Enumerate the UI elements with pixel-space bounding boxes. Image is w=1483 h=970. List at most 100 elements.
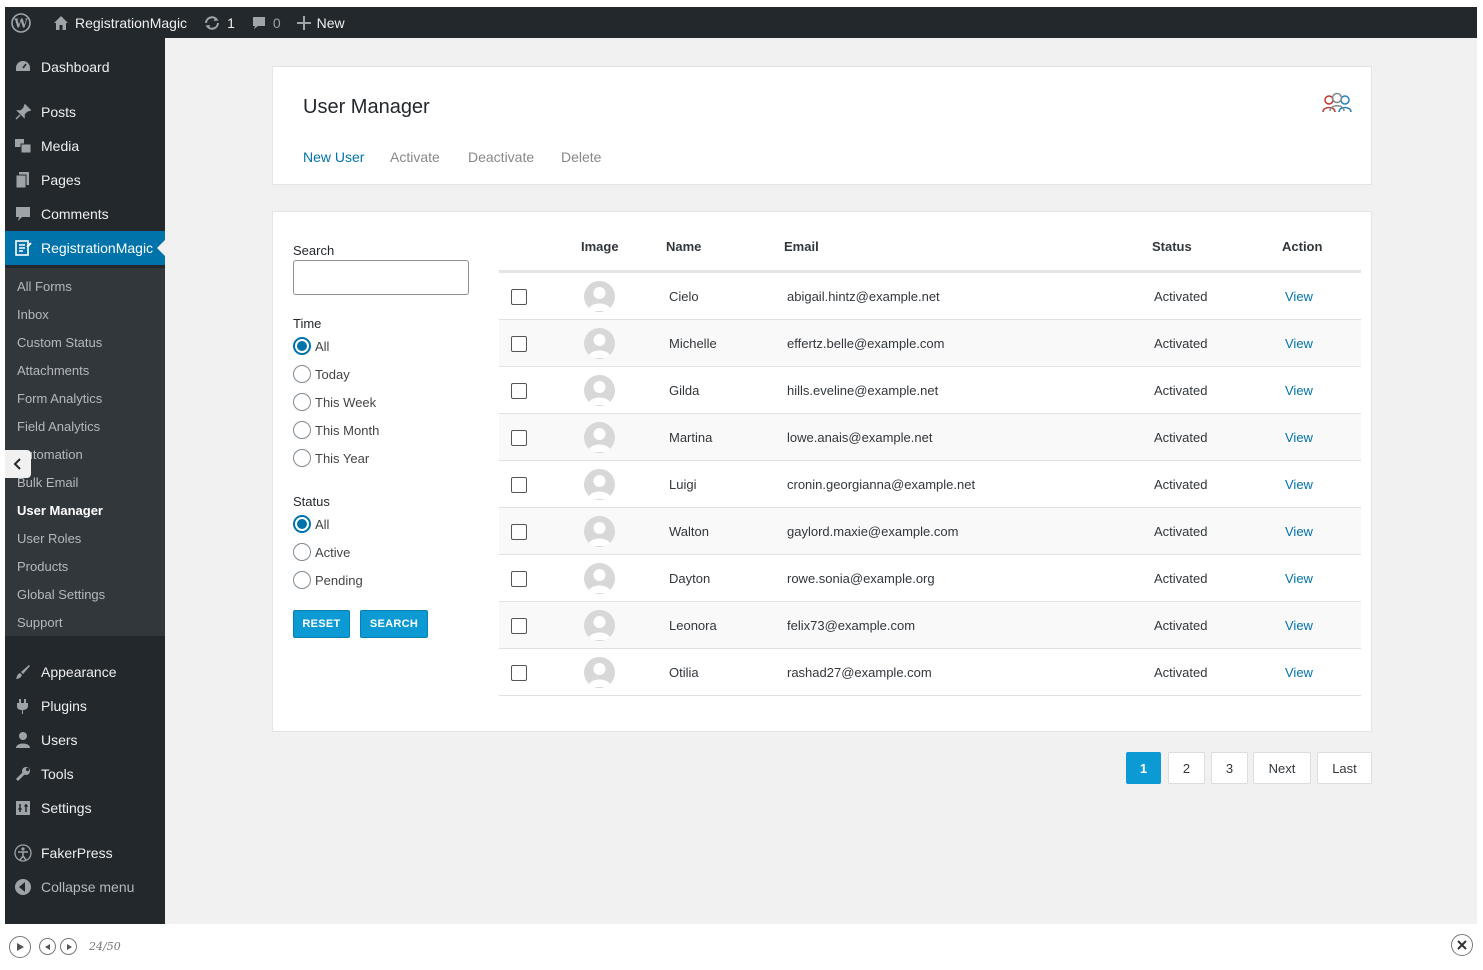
table-row: Luigi cronin.georgianna@example.net Activa… bbox=[499, 461, 1361, 508]
submenu-item-products[interactable]: Products bbox=[17, 552, 68, 580]
menu-users[interactable]: Users bbox=[5, 723, 165, 757]
search-label: Search bbox=[293, 243, 335, 258]
user-status: Activated bbox=[1154, 336, 1208, 351]
view-user-link[interactable]: View bbox=[1285, 555, 1313, 602]
view-user-link[interactable]: View bbox=[1285, 649, 1313, 696]
submenu-item-user-roles[interactable]: User Roles bbox=[17, 524, 81, 552]
column-header-status[interactable]: Status bbox=[1152, 239, 1192, 254]
radio-label: This Year bbox=[315, 450, 370, 466]
time-option-all[interactable]: All bbox=[293, 337, 329, 355]
menu-registrationmagic[interactable]: RegistrationMagic bbox=[5, 231, 165, 265]
radio-button[interactable] bbox=[293, 393, 311, 411]
menu-fakerpress[interactable]: FakerPress bbox=[5, 836, 165, 870]
page-button-2[interactable]: 2 bbox=[1168, 752, 1205, 784]
submenu-item-custom-status[interactable]: Custom Status bbox=[17, 328, 102, 356]
time-option-this-week[interactable]: This Week bbox=[293, 393, 376, 411]
previous-button[interactable] bbox=[39, 938, 56, 955]
row-checkbox[interactable] bbox=[511, 429, 527, 446]
menu-media[interactable]: Media bbox=[5, 129, 165, 163]
chevron-left-icon bbox=[13, 458, 21, 470]
frame-counter: 24/50 bbox=[89, 940, 121, 953]
page-button-3[interactable]: 3 bbox=[1211, 752, 1248, 784]
avatar bbox=[584, 516, 615, 547]
menu-collapse[interactable]: Collapse menu bbox=[5, 870, 165, 904]
activate-link[interactable]: Activate bbox=[390, 149, 440, 165]
submenu-item-all-forms[interactable]: All Forms bbox=[17, 272, 72, 300]
search-input[interactable] bbox=[293, 260, 469, 295]
view-user-link[interactable]: View bbox=[1285, 367, 1313, 414]
time-option-today[interactable]: Today bbox=[293, 365, 350, 383]
updates-link[interactable]: 1 bbox=[195, 7, 243, 38]
status-option-all[interactable]: All bbox=[293, 515, 329, 533]
last-page-button[interactable]: Last bbox=[1317, 752, 1372, 784]
search-button[interactable]: SEARCH bbox=[360, 610, 428, 638]
row-checkbox[interactable] bbox=[511, 476, 527, 493]
reset-button[interactable]: RESET bbox=[293, 610, 350, 638]
user-name: Leonora bbox=[669, 618, 717, 633]
radio-button[interactable] bbox=[293, 421, 311, 439]
menu-plugins[interactable]: Plugins bbox=[5, 689, 165, 723]
radio-button[interactable] bbox=[293, 515, 311, 533]
radio-button[interactable] bbox=[293, 571, 311, 589]
submenu-item-attachments[interactable]: Attachments bbox=[17, 356, 89, 384]
row-checkbox[interactable] bbox=[511, 288, 527, 305]
view-user-link[interactable]: View bbox=[1285, 461, 1313, 508]
view-user-link[interactable]: View bbox=[1285, 508, 1313, 555]
row-checkbox[interactable] bbox=[511, 523, 527, 540]
view-user-link[interactable]: View bbox=[1285, 414, 1313, 461]
view-user-link[interactable]: View bbox=[1285, 320, 1313, 367]
new-user-link[interactable]: New User bbox=[303, 149, 364, 165]
submenu-item-user-manager[interactable]: User Manager bbox=[17, 496, 103, 524]
radio-button[interactable] bbox=[293, 449, 311, 467]
submenu-item-inbox[interactable]: Inbox bbox=[17, 300, 49, 328]
table-row: Otilia rashad27@example.com Activated View bbox=[499, 649, 1361, 696]
radio-button[interactable] bbox=[293, 543, 311, 561]
user-email: rowe.sonia@example.org bbox=[787, 571, 935, 586]
view-user-link[interactable]: View bbox=[1285, 602, 1313, 649]
sidebar-toggle-button[interactable] bbox=[5, 450, 31, 478]
menu-pages[interactable]: Pages bbox=[5, 163, 165, 197]
status-option-active[interactable]: Active bbox=[293, 543, 350, 561]
fakerpress-icon bbox=[5, 844, 41, 862]
menu-comments[interactable]: Comments bbox=[5, 197, 165, 231]
menu-label: Media bbox=[41, 138, 80, 154]
wordpress-logo-button[interactable]: W bbox=[5, 7, 45, 38]
page-button-1[interactable]: 1 bbox=[1126, 752, 1161, 784]
submenu-item-form-analytics[interactable]: Form Analytics bbox=[17, 384, 102, 412]
main-content: User Manager New User Activate Deactivat… bbox=[165, 38, 1477, 924]
radio-button[interactable] bbox=[293, 337, 311, 355]
play-button[interactable] bbox=[9, 936, 31, 958]
submenu-item-global-settings[interactable]: Global Settings bbox=[17, 580, 105, 608]
next-button[interactable] bbox=[60, 938, 77, 955]
site-name-link[interactable]: RegistrationMagic bbox=[45, 7, 195, 38]
submenu-item-field-analytics[interactable]: Field Analytics bbox=[17, 412, 100, 440]
time-option-this-month[interactable]: This Month bbox=[293, 421, 379, 439]
view-user-link[interactable]: View bbox=[1285, 273, 1313, 320]
radio-button[interactable] bbox=[293, 365, 311, 383]
menu-dashboard[interactable]: Dashboard bbox=[5, 50, 165, 84]
page-title: User Manager bbox=[303, 96, 430, 118]
close-button[interactable] bbox=[1451, 934, 1473, 956]
next-page-button[interactable]: Next bbox=[1253, 752, 1311, 784]
avatar bbox=[584, 563, 615, 594]
row-checkbox[interactable] bbox=[511, 664, 527, 681]
comments-link[interactable]: 0 bbox=[243, 7, 289, 38]
column-header-email[interactable]: Email bbox=[784, 239, 819, 254]
delete-link[interactable]: Delete bbox=[561, 149, 601, 165]
menu-tools[interactable]: Tools bbox=[5, 757, 165, 791]
time-option-this-year[interactable]: This Year bbox=[293, 449, 369, 467]
previous-icon bbox=[44, 943, 50, 950]
row-checkbox[interactable] bbox=[511, 570, 527, 587]
time-label: Time bbox=[293, 316, 322, 331]
row-checkbox[interactable] bbox=[511, 335, 527, 352]
submenu-item-support[interactable]: Support bbox=[17, 608, 63, 636]
menu-posts[interactable]: Posts bbox=[5, 95, 165, 129]
row-checkbox[interactable] bbox=[511, 382, 527, 399]
deactivate-link[interactable]: Deactivate bbox=[468, 149, 534, 165]
menu-settings[interactable]: Settings bbox=[5, 791, 165, 825]
column-header-name[interactable]: Name bbox=[666, 239, 701, 254]
menu-appearance[interactable]: Appearance bbox=[5, 655, 165, 689]
new-content-link[interactable]: New bbox=[289, 7, 353, 38]
status-option-pending[interactable]: Pending bbox=[293, 571, 363, 589]
row-checkbox[interactable] bbox=[511, 617, 527, 634]
